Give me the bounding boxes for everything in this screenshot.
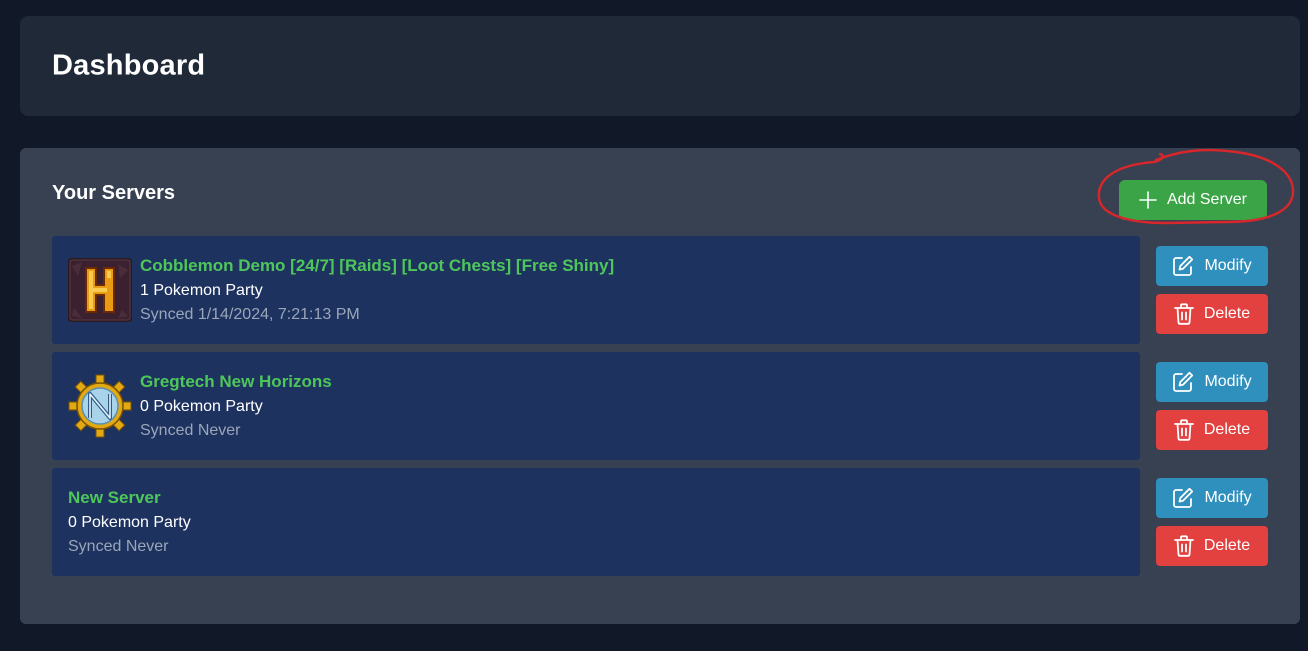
plus-icon <box>1139 191 1157 209</box>
delete-button[interactable]: Delete <box>1156 294 1268 334</box>
server-name[interactable]: Cobblemon Demo [24/7] [Raids] [Loot Ches… <box>140 256 614 276</box>
header-card: Dashboard <box>20 16 1300 116</box>
delete-label: Delete <box>1203 421 1251 438</box>
server-party-count: 0 Pokemon Party <box>140 398 263 415</box>
servers-section-title: Your Servers <box>52 182 176 204</box>
modify-button[interactable]: Modify <box>1156 246 1268 286</box>
delete-button[interactable]: Delete <box>1156 410 1268 450</box>
trash-icon <box>1173 303 1194 325</box>
delete-button[interactable]: Delete <box>1156 526 1268 566</box>
servers-card: Your Servers Add Server Cobblemon Demo [… <box>20 148 1300 624</box>
edit-icon <box>1173 255 1194 276</box>
server-name[interactable]: New Server <box>68 488 191 508</box>
modify-label: Modify <box>1204 257 1252 274</box>
edit-icon <box>1173 487 1194 508</box>
server-row: Gregtech New Horizons 0 Pokemon Party Sy… <box>52 352 1140 460</box>
trash-icon <box>1173 535 1194 557</box>
gtnh-gear-logo-icon <box>68 374 132 438</box>
modify-button[interactable]: Modify <box>1156 362 1268 402</box>
modify-label: Modify <box>1204 489 1252 506</box>
server-synced-status: Synced Never <box>68 538 169 555</box>
modify-button[interactable]: Modify <box>1156 478 1268 518</box>
server-party-count: 0 Pokemon Party <box>68 514 191 531</box>
server-info: New Server 0 Pokemon Party Synced Never <box>68 488 191 556</box>
add-server-button[interactable]: Add Server <box>1119 180 1267 220</box>
hypixel-h-logo-icon <box>68 258 132 322</box>
edit-icon <box>1173 371 1194 392</box>
server-party-count: 1 Pokemon Party <box>140 282 263 299</box>
server-row: Cobblemon Demo [24/7] [Raids] [Loot Ches… <box>52 236 1140 344</box>
modify-label: Modify <box>1204 373 1252 390</box>
server-name[interactable]: Gregtech New Horizons <box>140 372 332 392</box>
server-info: Gregtech New Horizons 0 Pokemon Party Sy… <box>140 372 332 440</box>
dashboard-page: Dashboard Your Servers Add Server Cobble… <box>0 0 1308 651</box>
trash-icon <box>1173 419 1194 441</box>
delete-label: Delete <box>1203 305 1251 322</box>
server-synced-status: Synced Never <box>140 422 241 439</box>
server-row: New Server 0 Pokemon Party Synced Never <box>52 468 1140 576</box>
add-server-label: Add Server <box>1166 191 1248 208</box>
page-title: Dashboard <box>52 49 206 82</box>
server-info: Cobblemon Demo [24/7] [Raids] [Loot Ches… <box>140 256 614 324</box>
server-synced-status: Synced 1/14/2024, 7:21:13 PM <box>140 306 360 323</box>
delete-label: Delete <box>1203 537 1251 554</box>
